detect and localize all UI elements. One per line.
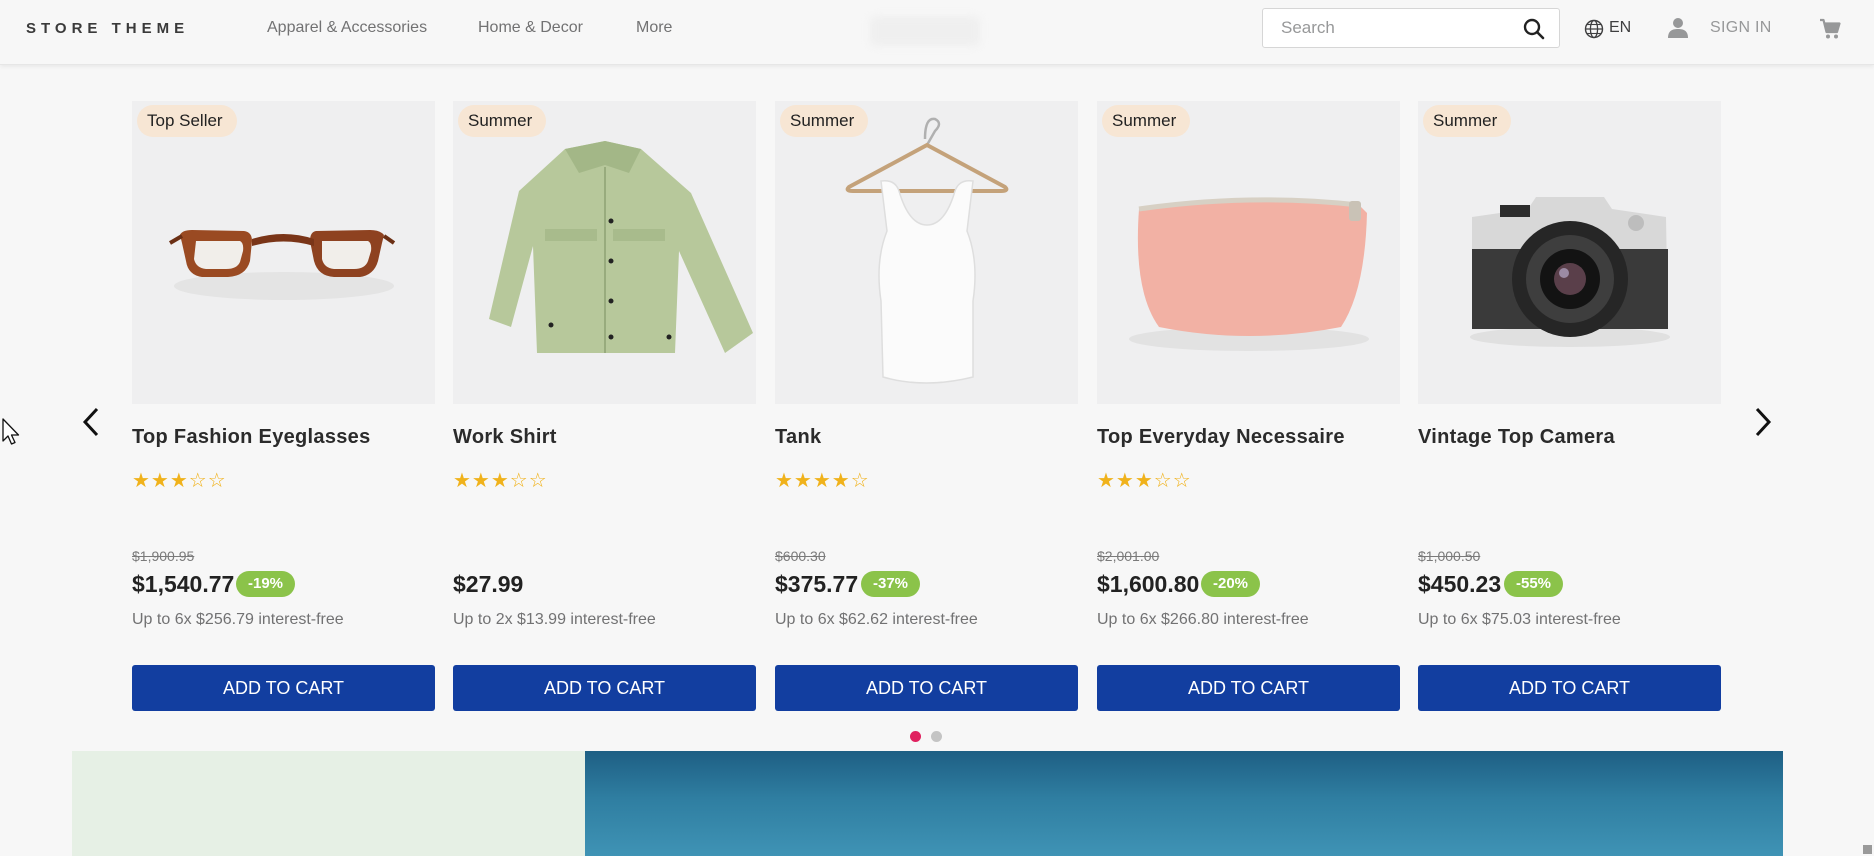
top-header: STORE THEME Apparel & Accessories Home &…	[0, 0, 1874, 65]
language-label: EN	[1609, 19, 1632, 36]
list-price: $2,001.00	[1097, 548, 1160, 564]
product-image[interactable]: Summer	[775, 101, 1078, 404]
installments-text: Up to 6x $256.79 interest-free	[132, 611, 344, 628]
vintage-camera-image	[1470, 197, 1670, 347]
rating-stars: ★★★★☆	[775, 468, 870, 492]
installments-text: Up to 6x $75.03 interest-free	[1418, 611, 1621, 628]
selling-price: $450.23	[1418, 571, 1502, 597]
product-name[interactable]: Top Everyday Necessaire	[1097, 426, 1345, 449]
product-card[interactable]: Summer Work Shirt ★★★☆☆ $27.99 Up to 2x …	[453, 101, 756, 711]
list-price: $600.30	[775, 548, 826, 564]
rating-stars: ★★★☆☆	[132, 468, 227, 492]
discount-badge: -20%	[1201, 571, 1261, 597]
nav-more[interactable]: More	[636, 19, 672, 37]
banner-left-panel	[72, 751, 585, 856]
eyeglasses-image	[168, 230, 396, 300]
nav-home-decor[interactable]: Home & Decor	[478, 19, 583, 37]
search-box	[1262, 8, 1560, 48]
selling-price: $1,540.77	[132, 571, 235, 597]
product-card[interactable]: Top Seller Top Fashion Eyeglasses ★★★☆☆ …	[132, 101, 435, 711]
installments-text: Up to 6x $62.62 interest-free	[775, 611, 978, 628]
carousel-dot-active[interactable]	[910, 731, 921, 742]
product-badge: Summer	[1423, 105, 1512, 137]
carousel-prev-arrow-icon[interactable]	[77, 404, 107, 440]
search-icon[interactable]	[1523, 18, 1545, 40]
nav-apparel-accessories[interactable]: Apparel & Accessories	[267, 19, 427, 37]
list-price: $1,900.95	[132, 548, 195, 564]
product-badge: Top Seller	[137, 105, 237, 137]
globe-icon	[1584, 19, 1604, 39]
resize-corner	[1863, 845, 1872, 854]
product-name[interactable]: Vintage Top Camera	[1418, 426, 1615, 449]
product-card[interactable]: Summer Vintage Top Camera $1,000.50 $450…	[1418, 101, 1721, 711]
list-price: $1,000.50	[1418, 548, 1481, 564]
store-logo[interactable]: STORE THEME	[26, 20, 189, 37]
product-image[interactable]: Summer	[1418, 101, 1721, 404]
mouse-cursor-icon	[2, 418, 20, 445]
add-to-cart-button[interactable]: ADD TO CART	[1097, 665, 1400, 711]
add-to-cart-button[interactable]: ADD TO CART	[1418, 665, 1721, 711]
work-shirt-image	[489, 141, 753, 353]
carousel-dot[interactable]	[931, 731, 942, 742]
rating-stars: ★★★☆☆	[1097, 468, 1192, 492]
product-badge: Summer	[458, 105, 547, 137]
search-input[interactable]	[1263, 9, 1521, 47]
cart-icon[interactable]	[1819, 18, 1841, 40]
installments-text: Up to 2x $13.99 interest-free	[453, 611, 656, 628]
selling-price: $27.99	[453, 571, 524, 597]
installments-text: Up to 6x $266.80 interest-free	[1097, 611, 1309, 628]
carousel-next-arrow-icon[interactable]	[1747, 404, 1777, 440]
add-to-cart-button[interactable]: ADD TO CART	[775, 665, 1078, 711]
pink-pouch-image	[1129, 197, 1369, 351]
product-badge: Summer	[1102, 105, 1191, 137]
product-name[interactable]: Top Fashion Eyeglasses	[132, 426, 371, 449]
product-name[interactable]: Tank	[775, 426, 821, 449]
product-name[interactable]: Work Shirt	[453, 426, 557, 449]
discount-badge: -55%	[1504, 571, 1564, 597]
add-to-cart-button[interactable]: ADD TO CART	[453, 665, 756, 711]
tank-top-image	[845, 117, 1009, 384]
sign-in-link[interactable]: SIGN IN	[1710, 19, 1772, 37]
add-to-cart-button[interactable]: ADD TO CART	[132, 665, 435, 711]
user-icon[interactable]	[1668, 17, 1688, 39]
selling-price: $375.77	[775, 571, 859, 597]
discount-badge: -37%	[861, 571, 921, 597]
discount-badge: -19%	[236, 571, 296, 597]
product-image[interactable]: Summer	[1097, 101, 1400, 404]
rating-stars: ★★★☆☆	[453, 468, 548, 492]
banner-image	[585, 751, 1783, 856]
product-card[interactable]: Summer Top Everyday Necessaire ★★★☆☆ $2,…	[1097, 101, 1400, 711]
product-card[interactable]: Summer Tank ★★★★☆ $600.30 $375.77 -37% U…	[775, 101, 1078, 711]
product-image[interactable]: Summer	[453, 101, 756, 404]
selling-price: $1,600.80	[1097, 571, 1200, 597]
product-image[interactable]: Top Seller	[132, 101, 435, 404]
center-logo-placeholder	[870, 16, 980, 46]
product-badge: Summer	[780, 105, 869, 137]
